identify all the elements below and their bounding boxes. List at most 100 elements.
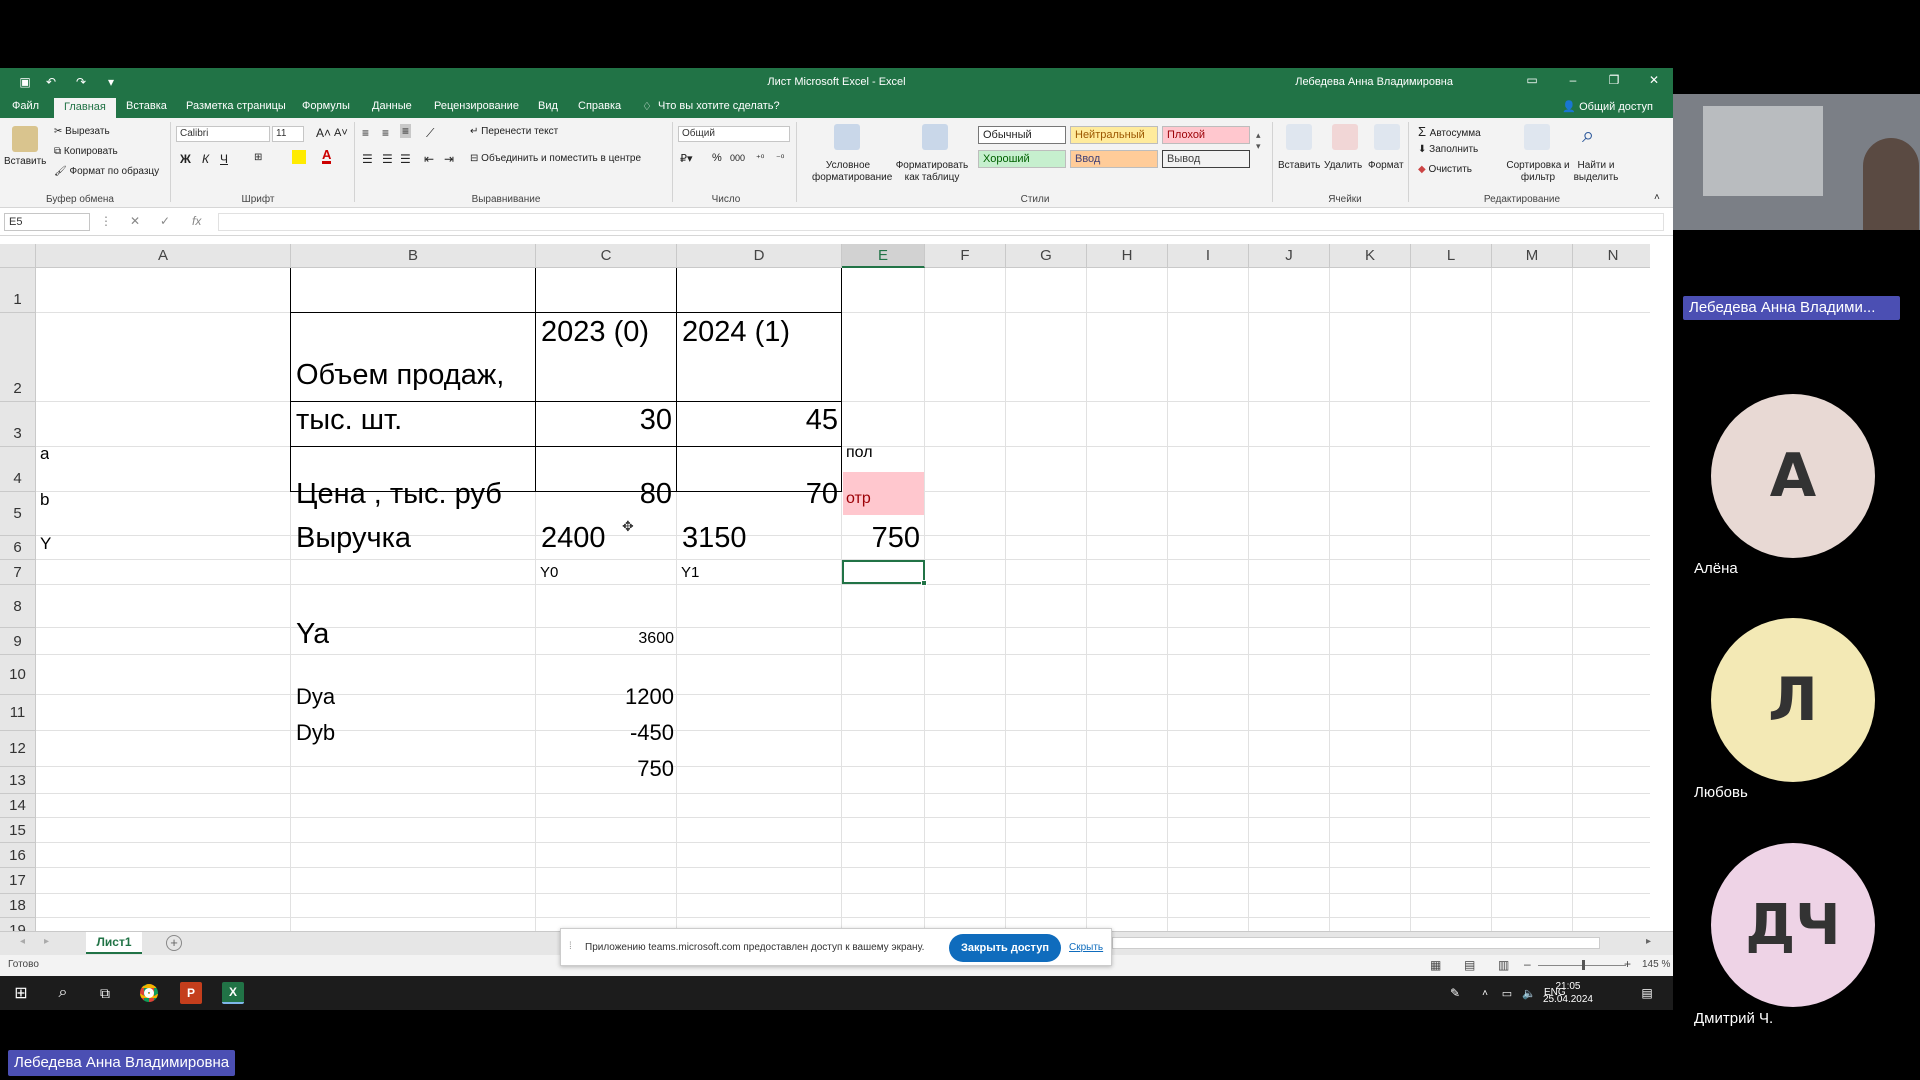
column-header-c[interactable]: C (536, 244, 677, 268)
column-header-d[interactable]: D (677, 244, 842, 268)
insert-cells-button[interactable]: Вставить (1278, 160, 1320, 171)
paste-icon[interactable] (12, 126, 38, 152)
format-cells-icon[interactable] (1374, 124, 1400, 150)
zoom-slider-thumb[interactable] (1582, 960, 1585, 970)
select-all-corner[interactable] (0, 244, 36, 268)
row-header-8[interactable]: 8 (0, 585, 36, 628)
column-header-i[interactable]: I (1168, 244, 1249, 268)
tab-help[interactable]: Справка (576, 100, 623, 118)
row-header-4[interactable]: 4 (0, 447, 36, 492)
orientation-icon[interactable]: ⟋ (426, 126, 434, 141)
column-header-m[interactable]: M (1492, 244, 1573, 268)
tab-data[interactable]: Данные (370, 100, 414, 118)
fill-handle[interactable] (921, 580, 927, 586)
increase-decimal-icon[interactable]: ⁺⁰ (756, 153, 764, 164)
share-button[interactable]: 👤 Общий доступ (1562, 100, 1653, 113)
style-good[interactable]: Хороший (978, 150, 1066, 168)
prev-sheet-icon[interactable]: ◂ (20, 936, 25, 947)
grow-font-icon[interactable]: A˄ (316, 126, 331, 140)
cell-c7[interactable]: 3600 (540, 630, 674, 648)
tray-expand-icon[interactable]: ˄ (1474, 982, 1496, 1004)
cell-b3[interactable]: Цена , тыс. руб (296, 478, 502, 511)
column-header-f[interactable]: F (925, 244, 1006, 268)
bold-button[interactable]: Ж (180, 152, 191, 166)
styles-scroll-icon[interactable]: ▴ ▾ (1256, 130, 1261, 152)
align-center-icon[interactable]: ☰ (382, 152, 393, 166)
row-header-19[interactable]: 19 (0, 918, 36, 931)
currency-icon[interactable]: ₽▾ (680, 152, 693, 165)
column-header-g[interactable]: G (1006, 244, 1087, 268)
cell-b2-line1[interactable]: Объем продаж, (296, 359, 504, 392)
fill-color-icon[interactable] (292, 150, 306, 164)
font-name-select[interactable]: Calibri (176, 126, 270, 142)
windows-start-icon[interactable]: ⊞ (10, 982, 32, 1004)
row-header-17[interactable]: 17 (0, 868, 36, 894)
italic-button[interactable]: К (202, 152, 209, 166)
conditional-format-icon[interactable] (834, 124, 860, 150)
align-left-icon[interactable]: ☰ (362, 152, 373, 166)
stop-sharing-button[interactable]: Закрыть доступ (949, 934, 1061, 962)
minimize-button[interactable]: – (1563, 73, 1583, 91)
row-header-11[interactable]: 11 (0, 695, 36, 731)
chrome-icon[interactable] (138, 982, 160, 1004)
cell-e4[interactable]: 750 (846, 522, 920, 555)
participant-avatar-2[interactable]: Л (1711, 618, 1875, 782)
row-header-7[interactable]: 7 (0, 560, 36, 585)
style-input[interactable]: Ввод (1070, 150, 1158, 168)
cell-c3[interactable]: 80 (540, 478, 672, 511)
restore-button[interactable]: ❐ (1604, 73, 1624, 91)
column-header-a[interactable]: A (36, 244, 291, 268)
close-button[interactable]: ✕ (1644, 73, 1664, 91)
format-painter-button[interactable]: 🖌 Формат по образцу (54, 166, 159, 177)
participant-avatar-3[interactable]: ДЧ (1711, 843, 1875, 1007)
drag-handle-icon[interactable]: ⁞ (569, 941, 572, 952)
excel-taskbar-icon[interactable]: X (222, 982, 244, 1004)
cell-d5[interactable]: Y1 (681, 564, 699, 581)
cell-b2-line2[interactable]: тыс. шт. (296, 404, 402, 437)
insert-cells-icon[interactable] (1286, 124, 1312, 150)
shrink-font-icon[interactable]: A˅ (334, 127, 348, 139)
row-header-6[interactable]: 6 (0, 536, 36, 560)
style-output[interactable]: Вывод (1162, 150, 1250, 168)
row-header-1[interactable]: 1 (0, 268, 36, 313)
column-header-l[interactable]: L (1411, 244, 1492, 268)
style-neutral[interactable]: Нейтральный (1070, 126, 1158, 144)
cell-d3[interactable]: 70 (680, 478, 838, 511)
account-name[interactable]: Лебедева Анна Владимировна (1295, 76, 1453, 88)
worksheet-grid[interactable]: ABCDEFGHIJKLMN 1 2 3 4 5 6 7 8 9 10 11 12 13 14 15 16 17… (0, 244, 1650, 931)
name-box[interactable]: E5 (4, 213, 90, 231)
format-cells-button[interactable]: Формат (1368, 160, 1404, 171)
column-header-e[interactable]: E (842, 244, 925, 268)
sort-filter-button[interactable]: Сортировка и фильтр (1502, 160, 1574, 184)
zoom-out-icon[interactable]: – (1524, 957, 1531, 971)
participant-avatar-1[interactable]: А (1711, 394, 1875, 558)
search-icon[interactable]: ⌕ (52, 982, 74, 1004)
find-select-button[interactable]: Найти и выделить (1566, 160, 1626, 184)
cell-e2[interactable]: пол (846, 444, 873, 462)
cell-e3[interactable]: отр (846, 490, 871, 508)
percent-icon[interactable]: % (712, 152, 722, 164)
collapse-ribbon-icon[interactable]: ˄ (1654, 192, 1660, 203)
page-break-view-icon[interactable]: ▥ (1498, 958, 1509, 972)
decrease-decimal-icon[interactable]: ⁻⁰ (776, 153, 784, 164)
cut-button[interactable]: ✂ Вырезать (54, 126, 110, 137)
selected-cell-e5[interactable] (842, 560, 925, 584)
cell-a2[interactable]: a (40, 444, 49, 464)
tab-review[interactable]: Рецензирование (432, 100, 521, 118)
row-header-5[interactable]: 5 (0, 492, 36, 536)
underline-button[interactable]: Ч (220, 152, 228, 166)
row-header-18[interactable]: 18 (0, 894, 36, 918)
insert-function-icon[interactable]: fx (192, 214, 201, 228)
column-header-k[interactable]: K (1330, 244, 1411, 268)
tab-file[interactable]: Файл (10, 100, 41, 118)
sort-filter-icon[interactable] (1524, 124, 1550, 150)
paste-button[interactable]: Вставить (4, 156, 46, 167)
row-header-14[interactable]: 14 (0, 794, 36, 818)
next-sheet-icon[interactable]: ▸ (44, 936, 49, 947)
cell-c2[interactable]: 30 (540, 404, 672, 437)
align-top-icon[interactable]: ≡ (362, 126, 369, 140)
zoom-level[interactable]: 145 % (1642, 959, 1670, 970)
row-header-16[interactable]: 16 (0, 843, 36, 868)
row-header-2[interactable]: 2 (0, 313, 36, 402)
network-icon[interactable]: ▭ (1496, 982, 1518, 1004)
